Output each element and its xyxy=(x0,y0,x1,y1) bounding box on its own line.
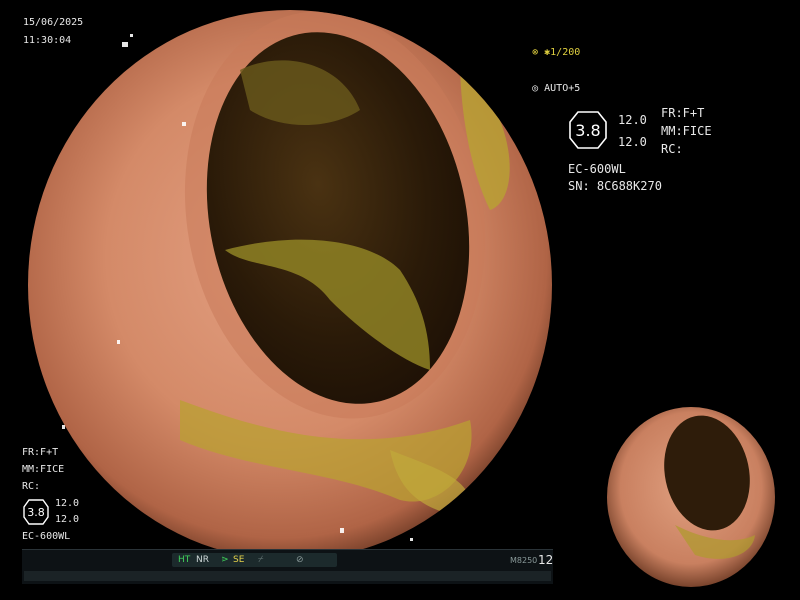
enhance-a-value: 12.0 xyxy=(618,113,647,127)
left-structure-badge: 3.8 xyxy=(23,499,49,525)
code-label: M8250 xyxy=(510,556,538,565)
freeze-icon: ⌿ xyxy=(258,555,264,565)
enhance-b-value: 12.0 xyxy=(618,135,647,149)
auto-icon: ◎ xyxy=(532,83,545,94)
structure-value: 3.8 xyxy=(575,121,600,140)
number-label: 12 xyxy=(538,553,554,567)
capture-icon: ⊘ xyxy=(296,555,304,565)
left-structure-value: 3.8 xyxy=(27,506,45,519)
progress-track xyxy=(24,571,551,581)
exposure-panel: ⊗ ✱1/200 ◎ AUTO+5 xyxy=(508,35,580,107)
se-icon: ⋗ xyxy=(221,555,229,565)
nr-indicator: NR xyxy=(196,555,209,565)
left-mm-label: MM:FICE xyxy=(22,464,65,475)
pip-thumbnail-image xyxy=(607,407,775,587)
mm-label: MM:FICE xyxy=(661,124,712,138)
scope-model-label: EC-600WL xyxy=(568,162,626,176)
se-indicator: SE xyxy=(233,555,245,565)
left-enhance-b: 12.0 xyxy=(55,514,80,525)
fr-label: FR:F+T xyxy=(661,106,705,120)
shutter-icon: ⊗ ✱ xyxy=(532,47,551,58)
auto-value: AUTO+5 xyxy=(544,83,581,94)
left-rc-label: RC: xyxy=(22,481,41,492)
rc-label: RC: xyxy=(661,142,683,156)
time-label: 11:30:04 xyxy=(23,35,72,46)
structure-enhance-badge: 3.8 xyxy=(569,111,607,149)
shutter-value: 1/200 xyxy=(550,47,581,58)
serial-number-label: SN: 8C688K270 xyxy=(568,179,662,193)
ht-indicator: HT xyxy=(178,555,191,565)
left-enhance-a: 12.0 xyxy=(55,498,80,509)
left-fr-label: FR:F+T xyxy=(22,447,59,458)
date-label: 15/06/2025 xyxy=(23,17,84,28)
left-scope-model: EC-600WL xyxy=(22,531,71,542)
